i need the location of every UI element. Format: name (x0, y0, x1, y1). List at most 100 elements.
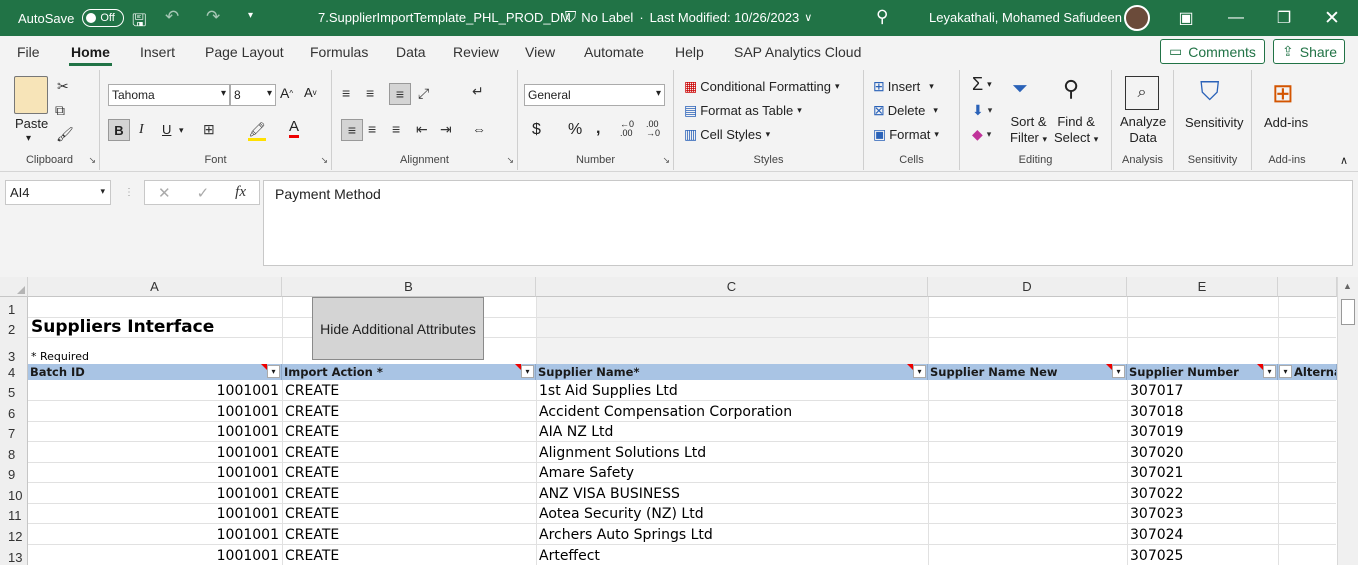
font-color-icon[interactable]: A (289, 119, 300, 138)
batch-id-cell[interactable]: 1001001 (28, 503, 282, 523)
header-cell-import-action[interactable]: Import Action * ▾ (282, 364, 536, 380)
row-header[interactable]: 8 (0, 441, 28, 462)
percent-icon[interactable]: % (568, 121, 582, 139)
tab-page-layout[interactable]: Page Layout (205, 44, 284, 60)
enter-icon[interactable]: ✓ (197, 184, 210, 202)
decrease-indent-icon[interactable]: ⇤ (416, 121, 428, 138)
format-cells-button[interactable]: ▣ Format ▾ (873, 126, 939, 143)
close-icon[interactable]: ✕ (1309, 0, 1355, 36)
decrease-font-icon[interactable]: Av (304, 85, 317, 100)
paste-icon[interactable] (14, 76, 48, 114)
row-header[interactable]: 9 (0, 462, 28, 482)
row-header[interactable]: 13 (0, 544, 28, 565)
filter-dropdown-icon[interactable]: ▾ (1279, 365, 1292, 378)
supplier-number-cell[interactable]: 307020 (1127, 441, 1278, 462)
batch-id-cell[interactable]: 1001001 (28, 400, 282, 421)
sensitivity-label[interactable]: ⛉ No Label · Last Modified: 10/26/2023 ∨ (565, 9, 812, 26)
batch-id-cell[interactable]: 1001001 (28, 523, 282, 544)
import-action-cell[interactable]: CREATE (282, 462, 536, 482)
number-launcher-icon[interactable]: ↘ (662, 155, 670, 166)
scroll-up-icon[interactable]: ▲ (1343, 281, 1352, 291)
required-note[interactable]: * Required (28, 345, 282, 364)
borders-icon[interactable]: ⊞ (203, 121, 215, 138)
sheet-title[interactable]: Suppliers Interface (28, 317, 282, 337)
row-header[interactable]: 2 (0, 317, 28, 337)
cut-icon[interactable]: ✂ (57, 78, 69, 95)
align-right-icon[interactable]: ≡ (392, 121, 400, 137)
supplier-name-cell[interactable]: Aotea Security (NZ) Ltd (536, 503, 928, 523)
fill-icon[interactable]: ⬇ ▾ (972, 102, 992, 119)
share-button[interactable]: ⇪ Share (1273, 39, 1345, 64)
minimize-icon[interactable]: — (1213, 0, 1259, 36)
vertical-scrollbar[interactable]: ▲ (1337, 277, 1358, 565)
alignment-launcher-icon[interactable]: ↘ (506, 155, 514, 166)
align-bottom-icon[interactable]: ≡ (389, 83, 411, 105)
row-header[interactable]: 10 (0, 482, 28, 503)
fill-color-icon[interactable]: 🖍 (248, 121, 266, 141)
supplier-name-cell[interactable]: 1st Aid Supplies Ltd (536, 380, 928, 400)
import-action-cell[interactable]: CREATE (282, 421, 536, 441)
delete-cells-button[interactable]: ⊠ Delete ▾ (873, 102, 938, 119)
header-cell-supplier-number[interactable]: Supplier Number ▾ (1127, 364, 1278, 380)
supplier-name-cell[interactable]: Accident Compensation Corporation (536, 400, 928, 421)
supplier-name-cell[interactable]: ANZ VISA BUSINESS (536, 482, 928, 503)
sensitivity-button[interactable]: Sensitivity (1185, 115, 1244, 130)
copy-icon[interactable]: ⧉ (55, 102, 65, 119)
column-header-b[interactable]: B (282, 277, 536, 297)
analyze-data-button[interactable]: Analyze Data (1120, 114, 1166, 146)
row-header[interactable]: 1 (0, 297, 28, 317)
supplier-number-cell[interactable]: 307023 (1127, 503, 1278, 523)
header-cell-supplier-name[interactable]: Supplier Name* ▾ (536, 364, 928, 380)
header-cell-supplier-name-new[interactable]: Supplier Name New ▾ (928, 364, 1127, 380)
paste-button[interactable]: Paste (15, 116, 48, 131)
tab-sap-analytics-cloud[interactable]: SAP Analytics Cloud (734, 44, 861, 60)
tab-view[interactable]: View (525, 44, 555, 60)
batch-id-cell[interactable]: 1001001 (28, 441, 282, 462)
conditional-formatting-button[interactable]: ▦ Conditional Formatting ▾ (684, 78, 840, 95)
supplier-number-cell[interactable]: 307025 (1127, 544, 1278, 565)
increase-indent-icon[interactable]: ⇥ (440, 121, 452, 138)
redo-icon[interactable]: ↷ (206, 7, 220, 27)
filter-dropdown-icon[interactable]: ▾ (267, 365, 280, 378)
tab-automate[interactable]: Automate (584, 44, 644, 60)
find-select-button[interactable]: Find & Select ▾ (1054, 114, 1098, 147)
batch-id-cell[interactable]: 1001001 (28, 482, 282, 503)
hide-additional-attributes-button[interactable]: Hide Additional Attributes (312, 297, 484, 360)
row-header[interactable]: 5 (0, 380, 28, 400)
cancel-icon[interactable]: ✕ (158, 184, 171, 202)
sort-filter-button[interactable]: Sort & Filter ▾ (1010, 114, 1047, 147)
font-name-combo[interactable]: Tahoma ▾ (108, 84, 230, 106)
select-all-corner[interactable] (0, 277, 28, 297)
supplier-name-cell[interactable]: AIA NZ Ltd (536, 421, 928, 441)
column-header-a[interactable]: A (28, 277, 282, 297)
orientation-icon[interactable]: ⤢ (418, 85, 429, 102)
import-action-cell[interactable]: CREATE (282, 441, 536, 462)
clear-icon[interactable]: ◆ ▾ (972, 126, 991, 143)
import-action-cell[interactable]: CREATE (282, 380, 536, 400)
insert-cells-button[interactable]: ⊞ Insert ▾ (873, 78, 934, 95)
align-center-icon[interactable]: ≡ (368, 121, 376, 137)
supplier-number-cell[interactable]: 307017 (1127, 380, 1278, 400)
increase-font-icon[interactable]: A ^ (280, 85, 293, 101)
name-box[interactable]: AI4 ▾ (5, 180, 111, 205)
format-as-table-button[interactable]: ▤ Format as Table ▾ (684, 102, 802, 119)
filter-dropdown-icon[interactable]: ▾ (1112, 365, 1125, 378)
tab-home[interactable]: Home (69, 44, 112, 66)
row-header[interactable]: 11 (0, 503, 28, 523)
addins-button[interactable]: Add-ins (1264, 115, 1308, 130)
align-middle-icon[interactable]: ≡ (366, 85, 374, 101)
worksheet-grid[interactable]: A B C D E 1 2 3 4 5 6 7 8 9 10 11 12 13 … (0, 277, 1358, 565)
save-icon[interactable]: 🖫 (132, 8, 146, 37)
row-header[interactable]: 3 (0, 337, 28, 364)
import-action-cell[interactable]: CREATE (282, 544, 536, 565)
supplier-number-cell[interactable]: 307024 (1127, 523, 1278, 544)
filter-dropdown-icon[interactable]: ▾ (1263, 365, 1276, 378)
ribbon-display-icon[interactable]: ▣ (1163, 0, 1209, 36)
supplier-name-cell[interactable]: Amare Safety (536, 462, 928, 482)
supplier-name-cell[interactable]: Archers Auto Springs Ltd (536, 523, 928, 544)
align-top-icon[interactable]: ≡ (342, 85, 350, 101)
user-name[interactable]: Leyakathali, Mohamed Safiudeen (929, 10, 1122, 25)
font-size-combo[interactable]: 8 ▾ (230, 84, 276, 106)
format-painter-icon[interactable]: 🖌 (56, 126, 74, 143)
wrap-text-icon[interactable]: ↵ (472, 83, 484, 100)
